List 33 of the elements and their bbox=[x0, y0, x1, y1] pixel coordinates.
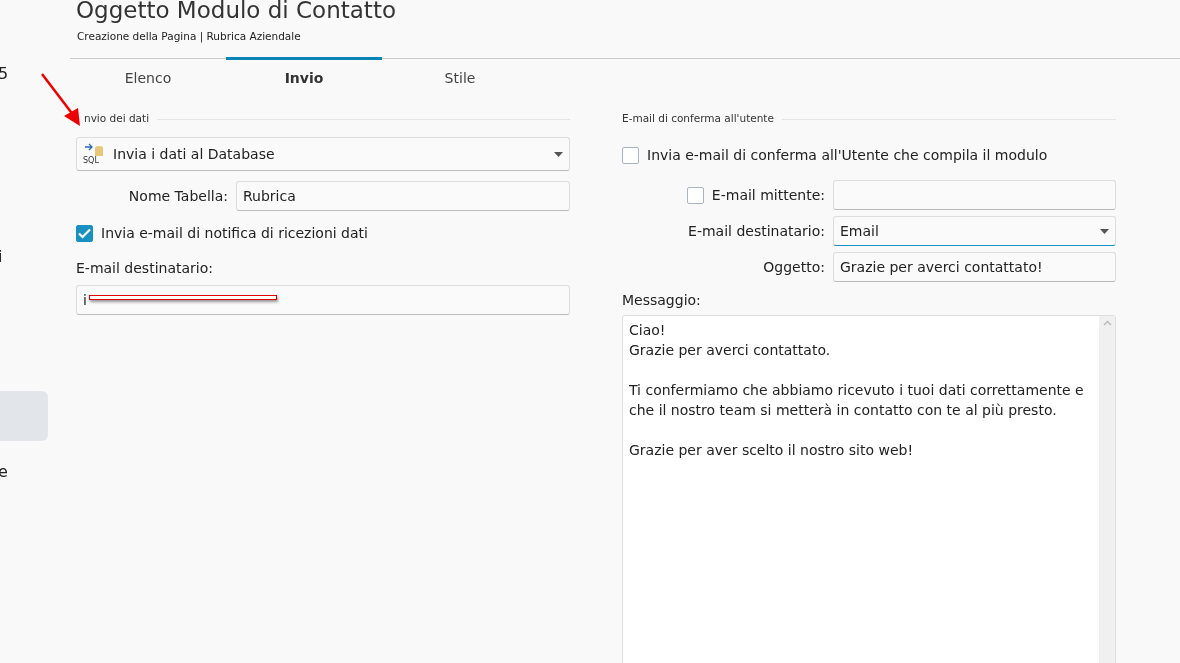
database-icon bbox=[83, 143, 105, 158]
icon-caption: SQL bbox=[83, 157, 99, 166]
checkbox[interactable] bbox=[622, 147, 639, 165]
field-label: E-mail destinatario: bbox=[76, 259, 213, 279]
checkbox[interactable] bbox=[76, 225, 93, 243]
section-title: E-mail di conferma all'utente bbox=[622, 111, 1116, 128]
text-field[interactable] bbox=[833, 180, 1116, 211]
text-field[interactable]: Grazie per averci contattato! bbox=[833, 252, 1116, 283]
tab[interactable]: Elenco bbox=[70, 57, 226, 98]
field-label: E-mail mittente: bbox=[711, 185, 825, 205]
scrollbar[interactable] bbox=[1099, 316, 1115, 663]
edge-text: i bbox=[0, 246, 3, 268]
checkbox-label: Invia e-mail di conferma all'Utente che compila il modulo bbox=[647, 146, 1048, 166]
checkbox[interactable] bbox=[686, 186, 704, 204]
dropdown[interactable]: Email bbox=[833, 216, 1116, 247]
section-title: nvio dei dati bbox=[76, 111, 570, 128]
text-field[interactable]: i bbox=[76, 285, 570, 316]
caret-icon bbox=[1100, 228, 1109, 234]
caret-icon bbox=[554, 151, 563, 157]
breadcrumb: Creazione della Pagina | Rubrica Aziendale bbox=[77, 28, 302, 45]
field-label: E-mail destinatario: bbox=[688, 221, 825, 241]
field-label: Messaggio: bbox=[622, 291, 701, 311]
dropdown[interactable]: SQL Invia i dati al Database bbox=[76, 137, 570, 172]
tab[interactable]: Stile bbox=[382, 57, 538, 98]
checkbox-label: Invia e-mail di notifica di ricezioni dati bbox=[101, 224, 368, 244]
tab[interactable]: Invio bbox=[226, 57, 382, 98]
page-title: Oggetto Modulo di Contatto bbox=[76, 0, 397, 25]
text-field[interactable]: Rubrica bbox=[236, 181, 570, 212]
edge-text: 5 bbox=[0, 63, 9, 85]
scroll-up-icon bbox=[1102, 320, 1112, 327]
field-label: Oggetto: bbox=[763, 257, 825, 277]
field-label: Nome Tabella: bbox=[127, 186, 228, 206]
message-textarea[interactable]: Ciao! Grazie per averci contattato. Ti confermiamo che abbiamo ricevuto i tuoi dati correttamente e che il nostro team si metterà in contatto con te al più presto. Grazie per aver scelto il nostro sito web! bbox=[622, 315, 1116, 663]
